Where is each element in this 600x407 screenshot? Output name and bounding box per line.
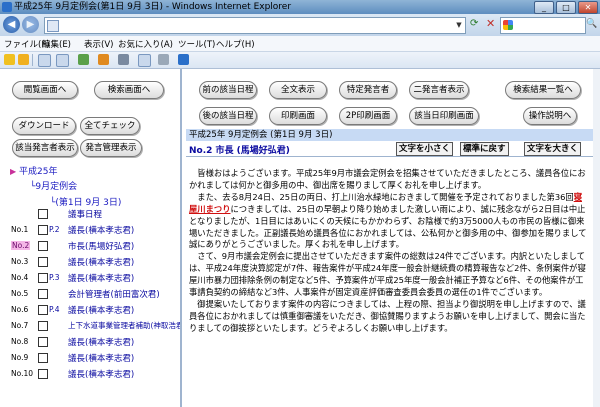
list-item[interactable]: No.5 会計管理者(前田富次君)	[0, 287, 180, 301]
row-checkbox[interactable]	[38, 289, 48, 299]
search-screen-button[interactable]: 検索画面へ	[94, 81, 164, 99]
tree-session[interactable]: └9月定例会	[30, 179, 77, 192]
list-item[interactable]: No.8 議長(横本孝志君)	[0, 335, 180, 349]
speaker-management-button[interactable]: 発言管理表示	[80, 139, 142, 157]
ie-icon	[2, 2, 12, 12]
address-dropdown-icon[interactable]: ▼	[453, 18, 465, 33]
favorites-star-icon[interactable]	[4, 54, 15, 65]
speaker-header: No.2 市長 (馬場好弘君) 文字を小さく 標準に戻す 文字を大きく	[186, 142, 599, 157]
specific-speaker-button[interactable]: 特定発言者	[339, 81, 397, 99]
speaker-title: No.2 市長 (馬場好弘君)	[189, 146, 290, 156]
list-item[interactable]: No.1 P.2 議長(横本孝志君)	[0, 223, 180, 237]
print-screen-button[interactable]: 印刷画面	[269, 107, 327, 125]
help-button[interactable]: 操作説明へ	[523, 107, 577, 125]
tools-gear-icon[interactable]	[158, 54, 169, 65]
menu-favorites[interactable]: お気に入り(A)	[118, 38, 173, 50]
address-input[interactable]: ▼	[44, 17, 466, 34]
check-all-button[interactable]: 全てチェック	[80, 117, 140, 135]
close-window-button[interactable]: ✕	[578, 1, 598, 14]
prev-date-button[interactable]: 前の該当日程	[199, 81, 257, 99]
tab-page-icon[interactable]	[38, 54, 51, 67]
next-date-button[interactable]: 後の該当日程	[199, 107, 257, 125]
command-toolbar	[0, 52, 600, 69]
paragraph: 御提案いたしております案件の内容につきましては、上程の際、担当より御説明を申し上…	[189, 298, 586, 333]
forward-button[interactable]: ▶	[22, 16, 39, 33]
meeting-header: 平成25年 9月定例会 (第1日 9月 3日)	[186, 129, 599, 141]
feeds-icon[interactable]	[98, 54, 109, 65]
minimize-button[interactable]: _	[534, 1, 554, 14]
window-title: 平成25年 9月定例会(第1日 9月 3日) - Windows Interne…	[14, 2, 292, 12]
page-menu-icon[interactable]	[138, 54, 151, 67]
page-icon	[47, 20, 59, 32]
tree-year[interactable]: ▶ 平成25年	[10, 164, 57, 177]
row-checkbox[interactable]	[38, 273, 48, 283]
paragraph: また、去る8月24日、25日の両日、打上川治水緑地におきまして開催を予定されてお…	[189, 191, 587, 250]
download-button[interactable]: ダウンロード	[12, 117, 76, 135]
show-speakers-button[interactable]: 該当発言者表示	[12, 139, 78, 157]
list-item[interactable]: No.3 議長(横本孝志君)	[0, 255, 180, 269]
search-results-button[interactable]: 検索結果一覧へ	[505, 81, 581, 99]
menu-bar: ファイル(F) 編集(E) 表示(V) お気に入り(A) ツール(T) ヘルプ(…	[0, 36, 600, 52]
row-checkbox[interactable]	[38, 353, 48, 363]
speech-content: 皆様おはようございます。平成25年9月市議会定例会を招集させていただきましたとこ…	[189, 168, 589, 335]
main-content-panel: 前の該当日程 全文表示 特定発言者 二発言者表示 検索結果一覧へ 後の該当日程 …	[183, 69, 600, 407]
row-checkbox[interactable]	[38, 209, 48, 219]
stop-icon[interactable]: ✕	[486, 17, 495, 30]
full-text-button[interactable]: 全文表示	[269, 81, 327, 99]
list-item[interactable]: 議事日程	[0, 207, 180, 221]
font-larger-button[interactable]: 文字を大きく	[524, 142, 582, 156]
google-icon	[503, 20, 513, 30]
expand-triangle-icon: ▶	[10, 167, 17, 176]
list-item[interactable]: No.10 議長(横本孝志君)	[0, 367, 180, 381]
paragraph: 皆様おはようございます。平成25年9月市議会定例会を招集させていただきましたとこ…	[189, 168, 586, 190]
date-print-button[interactable]: 該当日印刷画面	[409, 107, 479, 125]
two-page-print-button[interactable]: 2P印刷画面	[339, 107, 397, 125]
row-checkbox[interactable]	[38, 257, 48, 267]
font-smaller-button[interactable]: 文字を小さく	[396, 142, 454, 156]
row-checkbox[interactable]	[38, 369, 48, 379]
list-item[interactable]: No.7 上下水道事業管理者補助(神取浩君)	[0, 319, 180, 333]
two-speakers-button[interactable]: 二発言者表示	[409, 81, 469, 99]
menu-edit[interactable]: 編集(E)	[42, 38, 71, 50]
paragraph: さて、9月市議会定例会に提出させていただきます案件の総数は24件でございます。内…	[189, 251, 586, 298]
row-checkbox[interactable]	[38, 225, 48, 235]
home-icon[interactable]	[78, 54, 89, 65]
back-button[interactable]: ◀	[3, 16, 20, 33]
view-screen-button[interactable]: 閲覧画面へ	[12, 81, 78, 99]
tab-icon[interactable]	[56, 54, 69, 67]
menu-help[interactable]: ヘルプ(H)	[216, 38, 255, 50]
menu-view[interactable]: 表示(V)	[84, 38, 113, 50]
maximize-button[interactable]: □	[556, 1, 576, 14]
vertical-scrollbar[interactable]	[593, 69, 600, 407]
search-input[interactable]	[500, 17, 586, 34]
list-item[interactable]: No.9 議長(横本孝志君)	[0, 351, 180, 365]
list-item[interactable]: No.6 P.4 議長(横本孝志君)	[0, 303, 180, 317]
add-favorites-icon[interactable]	[18, 54, 29, 65]
row-checkbox[interactable]	[38, 337, 48, 347]
refresh-icon[interactable]: ⟳	[470, 18, 478, 29]
left-navigation-panel: 閲覧画面へ 検索画面へ ダウンロード 全てチェック 該当発言者表示 発言管理表示…	[0, 69, 182, 407]
row-checkbox[interactable]	[38, 321, 48, 331]
font-standard-button[interactable]: 標準に戻す	[460, 142, 509, 156]
search-icon[interactable]: 🔍	[586, 17, 598, 32]
window-titlebar: 平成25年 9月定例会(第1日 9月 3日) - Windows Interne…	[0, 0, 600, 14]
row-checkbox[interactable]	[38, 305, 48, 315]
row-checkbox[interactable]	[38, 241, 48, 251]
address-toolbar: ◀ ▶ ▼ ⟳ ✕ 🔍	[0, 14, 600, 36]
list-item-selected[interactable]: No.2 市長(馬場好弘君)	[0, 239, 180, 253]
print-icon[interactable]	[118, 54, 129, 65]
list-item[interactable]: No.4 P.3 議長(横本孝志君)	[0, 271, 180, 285]
menu-tools[interactable]: ツール(T)	[178, 38, 215, 50]
help-icon[interactable]	[178, 54, 189, 65]
